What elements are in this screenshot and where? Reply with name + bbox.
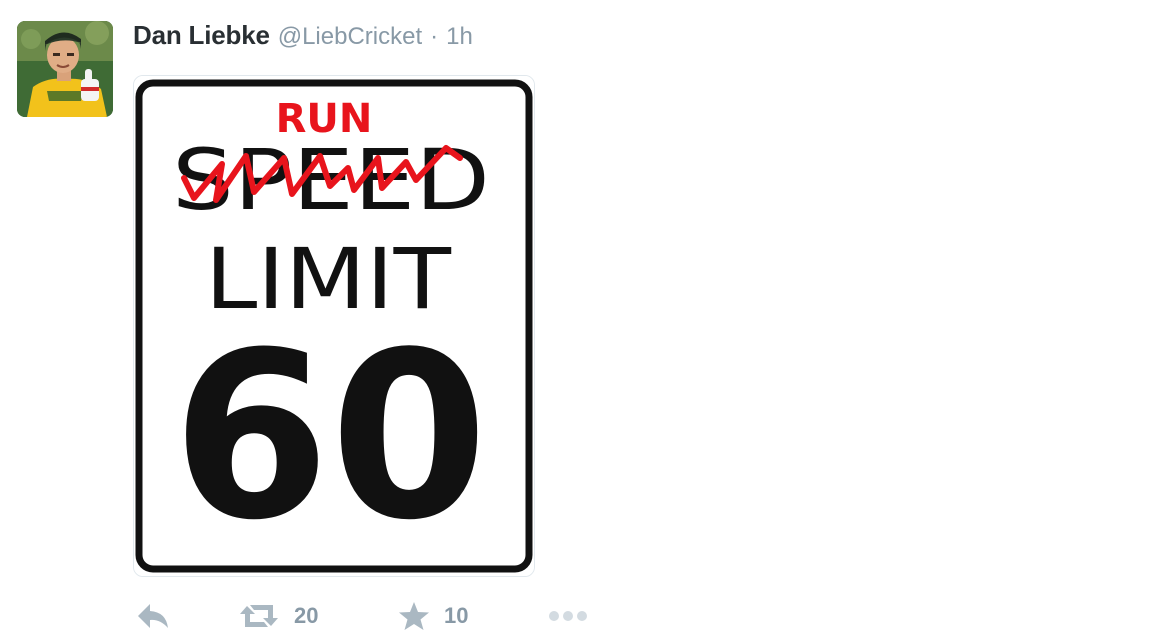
reply-button[interactable] — [136, 598, 170, 634]
favorite-count: 10 — [444, 603, 469, 628]
star-icon — [399, 602, 429, 630]
author-handle[interactable]: @LiebCricket — [278, 23, 422, 51]
sign-overlay-text: RUN — [276, 96, 373, 142]
sign-number: 60 — [172, 304, 488, 571]
tweet-media[interactable]: SPEED RUN LIMIT 60 — [133, 75, 535, 577]
author-name[interactable]: Dan Liebke — [133, 20, 270, 51]
more-button[interactable] — [548, 598, 588, 634]
retweet-count: 20 — [294, 603, 319, 628]
favorite-button[interactable]: 10 — [398, 598, 468, 634]
avatar[interactable] — [17, 21, 113, 117]
tweet-header: Dan Liebke @LiebCricket · 1h — [133, 20, 473, 54]
retweet-button[interactable]: 20 — [238, 598, 318, 634]
separator-dot: · — [430, 23, 439, 50]
more-icon — [549, 611, 587, 621]
tweet-actions: 20 10 — [136, 598, 616, 634]
retweet-icon — [240, 605, 278, 627]
avatar-image — [17, 21, 113, 117]
reply-icon — [138, 604, 168, 628]
timestamp[interactable]: 1h — [446, 23, 473, 51]
speed-limit-sign: SPEED RUN LIMIT 60 — [134, 76, 534, 576]
